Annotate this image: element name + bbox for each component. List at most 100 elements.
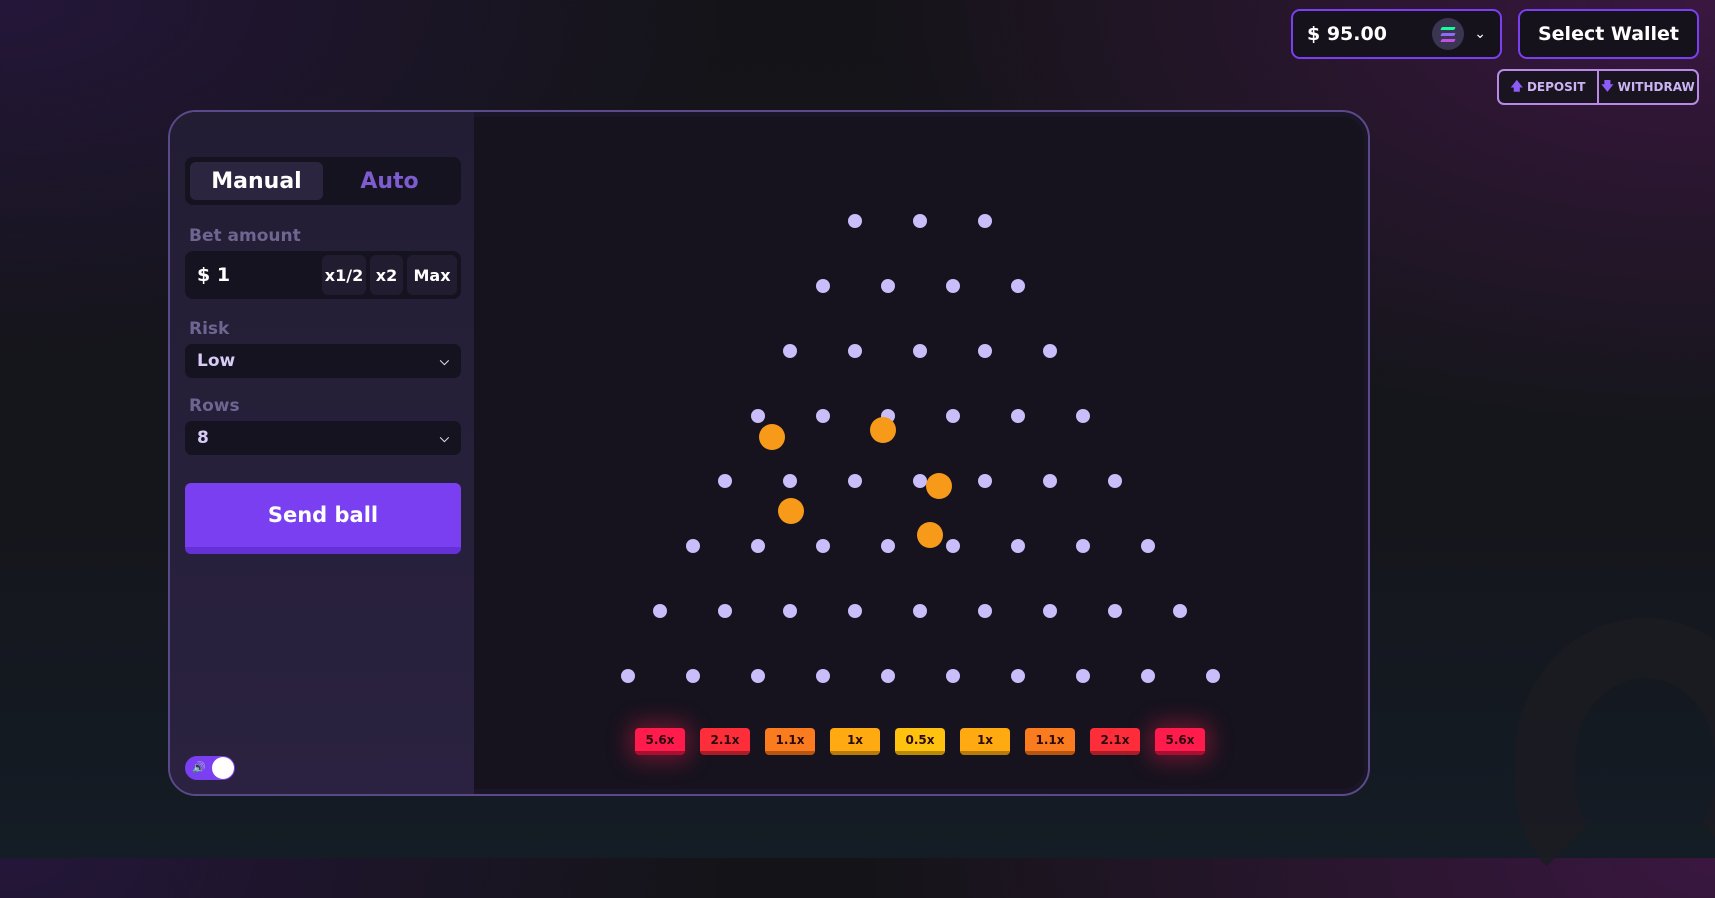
peg (1043, 474, 1057, 488)
bet-sidebar: Manual Auto Bet amount $ 1 x1/2 x2 Max R… (170, 112, 474, 794)
peg (685, 669, 700, 683)
peg (620, 669, 635, 683)
peg (1173, 604, 1187, 618)
multiplier-slot: 2.1x (700, 728, 750, 755)
peg (880, 669, 895, 683)
peg (815, 669, 830, 683)
peg (750, 539, 765, 553)
peg (913, 474, 927, 488)
peg (750, 669, 765, 683)
toggle-knob (212, 757, 234, 779)
chevron-down-icon: ⌵ (439, 353, 449, 368)
peg (1010, 539, 1025, 553)
peg (1010, 669, 1025, 683)
peg (1010, 409, 1025, 423)
ball (778, 498, 804, 524)
peg (653, 604, 667, 618)
background-logo-shape (1515, 618, 1715, 898)
bet-amount-input[interactable]: $ 1 (189, 264, 318, 286)
peg (848, 604, 862, 618)
peg (1075, 409, 1090, 423)
peg (815, 279, 830, 293)
peg (718, 474, 732, 488)
bet-amount-label: Bet amount (189, 226, 301, 246)
peg (1075, 669, 1090, 683)
peg (913, 344, 927, 358)
rows-select[interactable]: 8 ⌵ (185, 421, 461, 455)
peg (783, 344, 797, 358)
multiplier-slot: 1.1x (1025, 728, 1075, 755)
peg (880, 539, 895, 553)
game-panel: Manual Auto Bet amount $ 1 x1/2 x2 Max R… (168, 110, 1370, 796)
multiplier-slot: 2.1x (1090, 728, 1140, 755)
peg (783, 604, 797, 618)
peg (945, 669, 960, 683)
send-ball-button[interactable]: Send ball (185, 483, 461, 554)
risk-value: Low (197, 351, 236, 371)
peg (880, 279, 895, 293)
risk-label: Risk (189, 319, 230, 339)
ball (870, 417, 896, 443)
peg (1043, 604, 1057, 618)
deposit-button[interactable]: 🡅 DEPOSIT (1499, 71, 1597, 103)
ball (917, 522, 943, 548)
peg (1108, 604, 1122, 618)
peg (685, 539, 700, 553)
ball (926, 473, 952, 499)
deposit-withdraw-group: 🡅 DEPOSIT 🡇 WITHDRAW (1497, 69, 1699, 105)
double-bet-button[interactable]: x2 (370, 255, 403, 295)
peg (945, 539, 960, 553)
peg (750, 409, 765, 423)
tab-auto[interactable]: Auto (323, 162, 456, 200)
balance-selector[interactable]: $ 95.00 ⌄ (1291, 9, 1502, 59)
peg (848, 214, 862, 228)
peg (913, 214, 927, 228)
multiplier-slot: 1.1x (765, 728, 815, 755)
multiplier-slot: 1x (960, 728, 1010, 755)
risk-select[interactable]: Low ⌵ (185, 344, 461, 378)
multiplier-slot: 1x (830, 728, 880, 755)
select-wallet-button[interactable]: Select Wallet (1518, 9, 1699, 59)
speaker-icon: 🔊 (192, 761, 206, 774)
arrow-up-icon: 🡅 (1510, 78, 1523, 93)
withdraw-button[interactable]: 🡇 WITHDRAW (1597, 71, 1697, 103)
peg (978, 344, 992, 358)
bet-amount-row: $ 1 x1/2 x2 Max (185, 251, 461, 299)
tab-manual[interactable]: Manual (190, 162, 323, 200)
chevron-down-icon: ⌵ (439, 430, 449, 445)
peg (978, 474, 992, 488)
mode-tabs: Manual Auto (185, 157, 461, 205)
withdraw-label: WITHDRAW (1617, 80, 1695, 94)
peg (718, 604, 732, 618)
deposit-label: DEPOSIT (1526, 80, 1586, 94)
peg (783, 474, 797, 488)
half-bet-button[interactable]: x1/2 (322, 255, 366, 295)
peg (1140, 669, 1155, 683)
peg (945, 409, 960, 423)
peg (848, 474, 862, 488)
balance-amount: $ 95.00 (1307, 23, 1387, 45)
rows-label: Rows (189, 396, 240, 416)
sound-toggle[interactable]: 🔊 (185, 756, 235, 780)
peg (1043, 344, 1057, 358)
multiplier-slot: 5.6x (1155, 728, 1205, 755)
peg (815, 409, 830, 423)
peg (815, 539, 830, 553)
chevron-down-icon: ⌄ (1474, 26, 1486, 42)
peg (1140, 539, 1155, 553)
peg (1010, 279, 1025, 293)
multiplier-slot: 5.6x (635, 728, 685, 755)
ball (759, 424, 785, 450)
solana-icon (1432, 18, 1465, 50)
rows-value: 8 (197, 428, 209, 448)
multiplier-slot: 0.5x (895, 728, 945, 755)
peg (1205, 669, 1220, 683)
peg (848, 344, 862, 358)
max-bet-button[interactable]: Max (407, 255, 457, 295)
peg (1075, 539, 1090, 553)
peg (913, 604, 927, 618)
peg (978, 214, 992, 228)
arrow-down-icon: 🡇 (1601, 78, 1614, 93)
peg (978, 604, 992, 618)
plinko-board: 5.6x 2.1x 1.1x 1x 0.5x 1x 1.1x 2.1x 5.6x (474, 117, 1364, 789)
